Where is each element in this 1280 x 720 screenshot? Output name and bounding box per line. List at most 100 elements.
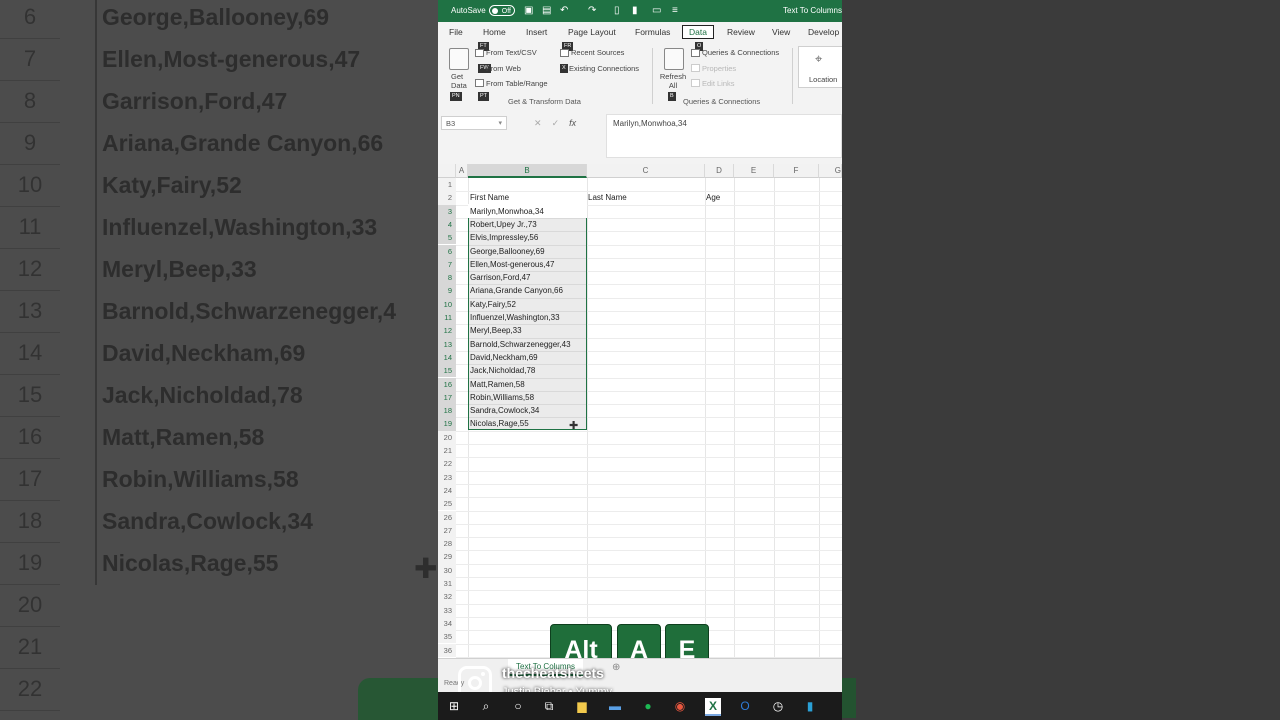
cell-b10[interactable]: Katy,Fairy,52: [470, 298, 516, 311]
outlook-icon[interactable]: O: [737, 698, 753, 714]
tab-formulas[interactable]: Formulas: [635, 27, 670, 37]
row-header[interactable]: 29: [438, 550, 456, 564]
worksheet-grid[interactable]: A B C D E F G 1 2 3 4 5 6 7 8 9 10 11 12 13 14 15 16 17 1…: [438, 164, 842, 674]
cell-b5[interactable]: Elvis,Impressley,56: [470, 231, 538, 244]
row-header[interactable]: 25: [438, 497, 456, 511]
customize-icon[interactable]: ≡: [672, 5, 678, 16]
save-icon[interactable]: ▣: [524, 5, 533, 16]
row-header[interactable]: 16: [438, 377, 456, 391]
cell-b19[interactable]: Nicolas,Rage,55: [470, 417, 529, 430]
cell-b13[interactable]: Barnold,Schwarzenegger,43: [470, 338, 571, 351]
row-header[interactable]: 10: [438, 297, 456, 311]
row-header[interactable]: 28: [438, 537, 456, 551]
row-header[interactable]: 3: [438, 204, 456, 218]
row-header[interactable]: 8: [438, 271, 456, 285]
from-web-button[interactable]: From Web: [486, 64, 521, 73]
column-header-d[interactable]: D: [705, 164, 734, 178]
tab-developer[interactable]: Develop: [808, 27, 839, 37]
header-last-name[interactable]: Last Name: [588, 191, 627, 204]
cell-b4[interactable]: Robert,Upey Jr.,73: [470, 218, 537, 231]
tab-file[interactable]: File: [449, 27, 463, 37]
row-header[interactable]: 18: [438, 404, 456, 418]
tab-review[interactable]: Review: [727, 27, 755, 37]
header-first-name[interactable]: First Name: [470, 191, 509, 204]
header-age[interactable]: Age: [706, 191, 720, 204]
enter-icon[interactable]: ✓: [552, 118, 560, 128]
windows-start-icon[interactable]: ⊞: [446, 698, 462, 714]
tab-insert[interactable]: Insert: [526, 27, 547, 37]
name-box[interactable]: B3 ▾: [441, 116, 507, 130]
add-sheet-icon[interactable]: ⊕: [612, 662, 620, 673]
cell-b18[interactable]: Sandra,Cowlock,34: [470, 404, 539, 417]
tab-home[interactable]: Home: [483, 27, 506, 37]
row-header[interactable]: 4: [438, 217, 456, 232]
get-data-button[interactable]: Get Data: [451, 72, 473, 90]
spotify-icon[interactable]: ●: [640, 698, 656, 714]
row-header[interactable]: 26: [438, 510, 456, 524]
refresh-all-button[interactable]: Refresh All: [658, 72, 688, 90]
column-header-b[interactable]: B: [468, 164, 587, 178]
cell-b15[interactable]: Jack,Nicholdad,78: [470, 364, 535, 377]
select-all-corner[interactable]: [438, 164, 456, 178]
row-header[interactable]: 6: [438, 244, 456, 258]
cell-b16[interactable]: Matt,Ramen,58: [470, 378, 525, 391]
row-header[interactable]: 9: [438, 284, 456, 298]
properties-button[interactable]: Properties: [702, 64, 736, 73]
new-file-icon[interactable]: ▯: [614, 5, 620, 16]
row-header[interactable]: 5: [438, 231, 456, 245]
file-explorer-icon[interactable]: ▆: [574, 698, 590, 714]
row-header[interactable]: 30: [438, 563, 456, 577]
page-icon[interactable]: ▮: [632, 5, 638, 16]
cell-b12[interactable]: Meryl,Beep,33: [470, 324, 522, 337]
queries-connections-button[interactable]: Queries & Connections: [702, 48, 779, 57]
cell-b7[interactable]: Ellen,Most-generous,47: [470, 258, 555, 271]
formula-input[interactable]: Marilyn,Monwhoa,34: [606, 114, 842, 158]
cell-b17[interactable]: Robin,Williams,58: [470, 391, 534, 404]
row-header[interactable]: 20: [438, 430, 456, 444]
column-header-g[interactable]: G: [819, 164, 842, 178]
row-header[interactable]: 12: [438, 324, 456, 338]
redo-icon[interactable]: ↷: [588, 5, 596, 16]
row-header[interactable]: 2: [438, 191, 456, 205]
undo-icon[interactable]: ↶: [560, 5, 568, 16]
column-header-f[interactable]: F: [774, 164, 819, 178]
row-header[interactable]: 15: [438, 364, 456, 378]
row-header[interactable]: 1: [438, 178, 456, 192]
task-view-icon[interactable]: ⧉: [541, 698, 557, 714]
row-header[interactable]: 14: [438, 350, 456, 365]
location-button[interactable]: ⌖ Location: [798, 46, 842, 88]
row-header[interactable]: 31: [438, 577, 456, 591]
cell-b11[interactable]: Influenzel,Washington,33: [470, 311, 560, 324]
row-header[interactable]: 11: [438, 311, 456, 325]
excel-icon[interactable]: X: [705, 698, 721, 716]
row-header[interactable]: 35: [438, 630, 456, 644]
cell-b14[interactable]: David,Neckham,69: [470, 351, 538, 364]
app-icon[interactable]: ▮: [802, 698, 818, 714]
row-header[interactable]: 36: [438, 643, 456, 657]
autosave-toggle[interactable]: Off: [489, 5, 515, 16]
row-header[interactable]: 32: [438, 590, 456, 604]
cell-b6[interactable]: George,Ballooney,69: [470, 245, 545, 258]
open-folder-icon[interactable]: ▭: [652, 5, 661, 16]
row-header[interactable]: 27: [438, 523, 456, 538]
row-header[interactable]: 17: [438, 390, 456, 405]
tab-page-layout[interactable]: Page Layout: [568, 27, 616, 37]
from-table-range-button[interactable]: From Table/Range: [486, 79, 548, 88]
edit-links-button[interactable]: Edit Links: [702, 79, 735, 88]
print-icon[interactable]: ▤: [542, 5, 551, 16]
from-text-csv-button[interactable]: From Text/CSV: [486, 48, 537, 57]
mail-icon[interactable]: ▬: [607, 698, 623, 714]
tab-view[interactable]: View: [772, 27, 790, 37]
existing-connections-button[interactable]: Existing Connections: [569, 64, 639, 73]
row-header[interactable]: 22: [438, 457, 456, 471]
column-header-c[interactable]: C: [587, 164, 705, 178]
row-header[interactable]: 23: [438, 470, 456, 484]
column-header-a[interactable]: A: [456, 164, 468, 178]
row-header[interactable]: 19: [438, 417, 456, 431]
chrome-icon[interactable]: ◉: [672, 698, 688, 714]
cortana-icon[interactable]: ○: [510, 698, 526, 714]
row-header[interactable]: 33: [438, 603, 456, 617]
search-icon[interactable]: ⌕: [478, 698, 494, 714]
fx-icon[interactable]: fx: [569, 118, 576, 128]
row-header[interactable]: 34: [438, 616, 456, 631]
